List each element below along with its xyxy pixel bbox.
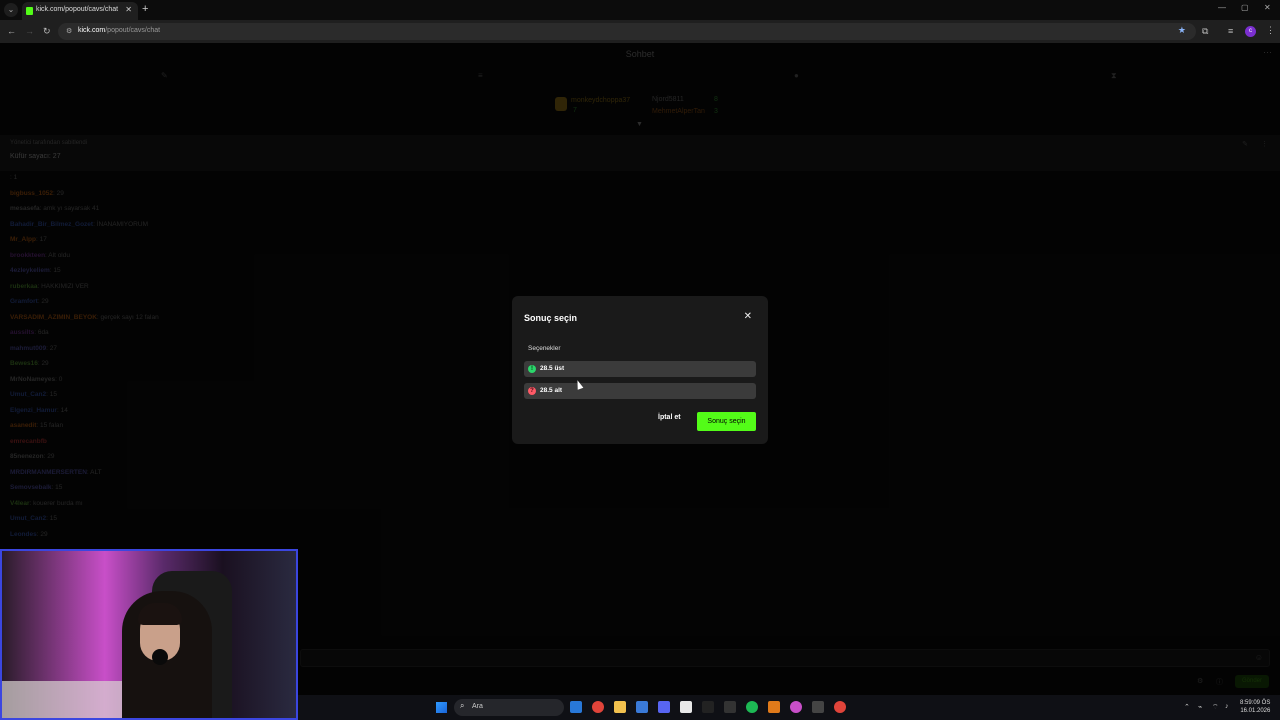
windows-taskbar: ⌕ Ara ⌃ ⌁ ⌔ ♪ 8:59:09 ÖS 16.01.2026 bbox=[298, 695, 1280, 720]
select-result-dialog: Sonuç seçin ✕ Seçenekler ! 28.5 üst ? 28… bbox=[512, 296, 768, 444]
bookmark-star-icon[interactable]: ★ bbox=[1178, 25, 1186, 36]
app-icon-grey[interactable] bbox=[812, 701, 824, 713]
option-under-label: 28.5 alt bbox=[540, 387, 563, 394]
app-icon-c[interactable] bbox=[636, 701, 648, 713]
clock-time: 8:59:09 ÖS bbox=[1240, 700, 1271, 706]
steam-icon[interactable] bbox=[702, 701, 714, 713]
dialog-title: Sonuç seçin bbox=[524, 313, 578, 323]
options-label: Seçenekler bbox=[528, 345, 561, 352]
site-info-icon[interactable]: ⚙ bbox=[66, 27, 72, 35]
x-circle-icon: ? bbox=[528, 387, 536, 395]
minimize-icon[interactable]: — bbox=[1218, 3, 1226, 12]
option-over-label: 28.5 üst bbox=[540, 365, 565, 372]
address-bar: ← → ↻ ⚙ kick.com/popout/cavs/chat ★ bbox=[0, 20, 1280, 43]
wifi-icon[interactable]: ⌔ bbox=[1212, 703, 1219, 712]
tray-app-icon[interactable]: ⌁ bbox=[1198, 703, 1202, 711]
tab-title: kick.com/popout/cavs/chat bbox=[36, 6, 119, 13]
chrome-icon[interactable] bbox=[592, 701, 604, 713]
option-under[interactable]: ? 28.5 alt bbox=[524, 383, 756, 399]
chrome-icon-2[interactable] bbox=[834, 701, 846, 713]
streamer-hair bbox=[138, 603, 182, 625]
app-icon-orange[interactable] bbox=[768, 701, 780, 713]
spotify-icon[interactable] bbox=[746, 701, 758, 713]
volume-icon[interactable]: ♪ bbox=[1225, 703, 1229, 710]
tab-search-icon[interactable]: ⌄ bbox=[4, 3, 18, 17]
option-over[interactable]: ! 28.5 üst bbox=[524, 361, 756, 377]
browser-tab-bar: ⌄ kick.com/popout/cavs/chat ✕ + — ▢ ✕ bbox=[0, 0, 1280, 20]
profile-avatar[interactable]: c bbox=[1245, 26, 1256, 37]
browser-tab[interactable]: kick.com/popout/cavs/chat ✕ bbox=[22, 2, 138, 20]
clock[interactable]: 8:59:09 ÖS 16.01.2026 bbox=[1240, 699, 1270, 715]
check-icon: ! bbox=[528, 365, 536, 373]
windows-start-icon[interactable] bbox=[436, 702, 447, 713]
obs-calendar-icon[interactable] bbox=[680, 701, 692, 713]
discord-icon[interactable] bbox=[658, 701, 670, 713]
url-text: kick.com/popout/cavs/chat bbox=[78, 27, 160, 34]
screen: ⌄ kick.com/popout/cavs/chat ✕ + — ▢ ✕ ← … bbox=[0, 0, 1280, 720]
search-icon: ⌕ bbox=[460, 701, 465, 710]
microphone-icon bbox=[152, 649, 168, 665]
app-icon-dark[interactable] bbox=[724, 701, 736, 713]
window-close-icon[interactable]: ✕ bbox=[1264, 3, 1271, 12]
file-explorer-icon[interactable] bbox=[614, 701, 626, 713]
browser-menu-icon[interactable]: ⋮ bbox=[1266, 25, 1275, 36]
search-placeholder: Ara bbox=[472, 703, 483, 710]
tray-chevron-icon[interactable]: ⌃ bbox=[1184, 703, 1190, 711]
webcam-overlay bbox=[0, 549, 298, 720]
extensions-icon[interactable]: ⧉ bbox=[1202, 26, 1208, 37]
webcam-floor bbox=[2, 681, 122, 718]
new-tab-icon[interactable]: + bbox=[142, 3, 148, 15]
back-icon[interactable]: ← bbox=[7, 26, 16, 36]
clock-date: 16.01.2026 bbox=[1240, 708, 1271, 714]
chrome-profile-icon[interactable] bbox=[790, 701, 802, 713]
url-field[interactable]: ⚙ kick.com/popout/cavs/chat ★ bbox=[58, 23, 1196, 40]
kick-favicon-icon bbox=[26, 7, 33, 15]
copilot-icon[interactable] bbox=[570, 701, 582, 713]
taskbar-search[interactable]: ⌕ Ara bbox=[454, 699, 564, 716]
confirm-button[interactable]: Sonuç seçin bbox=[697, 412, 756, 431]
media-icon[interactable]: ≡ bbox=[1228, 26, 1233, 36]
url-host: kick.com bbox=[78, 27, 106, 34]
tab-close-icon[interactable]: ✕ bbox=[125, 5, 132, 14]
cancel-button[interactable]: İptal et bbox=[658, 414, 681, 421]
close-icon[interactable]: ✕ bbox=[744, 311, 752, 322]
url-path: /popout/cavs/chat bbox=[105, 27, 161, 34]
maximize-icon[interactable]: ▢ bbox=[1241, 3, 1249, 12]
reload-icon[interactable]: ↻ bbox=[43, 26, 51, 37]
forward-icon[interactable]: → bbox=[25, 26, 34, 36]
